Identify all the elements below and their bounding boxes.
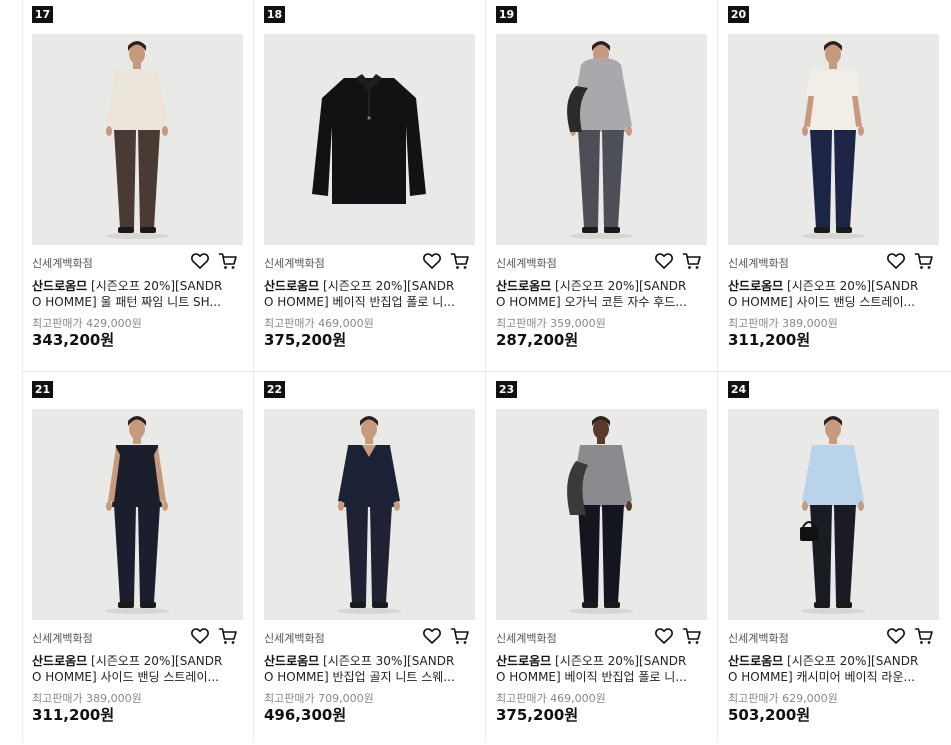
- product-name-line1: [시즌오프 20%][SANDR: [87, 279, 223, 293]
- product-image[interactable]: [264, 34, 475, 245]
- sale-price: 496,300원: [264, 706, 347, 724]
- heart-icon[interactable]: [422, 626, 442, 646]
- product-card[interactable]: 18 신세계백화점 산드로옴므 [시즌오프 20%][SANDR O HOMME]…: [264, 0, 475, 370]
- brand-name: 산드로옴므: [496, 654, 552, 668]
- product-name-line1: [시즌오프 20%][SANDR: [87, 654, 223, 668]
- brand-name: 산드로옴므: [264, 279, 320, 293]
- product-image[interactable]: [496, 34, 707, 245]
- brand-name: 산드로옴므: [264, 654, 320, 668]
- cart-icon[interactable]: [218, 251, 238, 271]
- product-name[interactable]: 산드로옴므 [시즌오프 20%][SANDR O HOMME] 사이드 밴딩 스트…: [32, 653, 243, 685]
- product-name-line1: [시즌오프 20%][SANDR: [319, 279, 455, 293]
- brand-name: 산드로옴므: [496, 279, 552, 293]
- product-card[interactable]: 20 신세계백화점 산드로옴므 [시즌오프 20%][SANDR O HOMME]…: [728, 0, 939, 370]
- product-name-line2: O HOMME] 캐시미어 베이직 라운...: [728, 670, 915, 684]
- store-name: 신세계백화점: [32, 632, 93, 645]
- product-image[interactable]: [496, 409, 707, 620]
- product-name[interactable]: 산드로옴므 [시즌오프 20%][SANDR O HOMME] 베이직 반집업 폴…: [496, 653, 707, 685]
- store-name: 신세계백화점: [496, 632, 557, 645]
- store-name: 신세계백화점: [264, 257, 325, 270]
- rank-badge: 18: [264, 6, 285, 23]
- product-name[interactable]: 산드로옴므 [시즌오프 20%][SANDR O HOMME] 울 패턴 짜임 니…: [32, 278, 243, 310]
- sale-price: 311,200원: [728, 331, 811, 349]
- product-image[interactable]: [264, 409, 475, 620]
- cart-icon[interactable]: [682, 626, 702, 646]
- store-name: 신세계백화점: [32, 257, 93, 270]
- product-image[interactable]: [728, 409, 939, 620]
- product-card[interactable]: 23 신세계백화점 산드로옴므 [시즌오프 20%][SANDR O HOMME]…: [496, 375, 707, 745]
- cart-icon[interactable]: [914, 251, 934, 271]
- product-name-line1: [시즌오프 20%][SANDR: [783, 279, 919, 293]
- store-name: 신세계백화점: [264, 632, 325, 645]
- brand-name: 산드로옴므: [32, 279, 88, 293]
- product-name-line2: O HOMME] 울 패턴 짜임 니트 SH...: [32, 295, 221, 309]
- cart-icon[interactable]: [682, 251, 702, 271]
- product-name-line2: O HOMME] 베이직 반집업 폴로 니...: [496, 670, 687, 684]
- cart-icon[interactable]: [450, 626, 470, 646]
- brand-name: 산드로옴므: [728, 279, 784, 293]
- product-name-line1: [시즌오프 30%][SANDR: [319, 654, 455, 668]
- heart-icon[interactable]: [190, 251, 210, 271]
- sale-price: 375,200원: [264, 331, 347, 349]
- product-name[interactable]: 산드로옴므 [시즌오프 20%][SANDR O HOMME] 오가닉 코튼 자수…: [496, 278, 707, 310]
- product-name-line2: O HOMME] 사이드 밴딩 스트레이...: [728, 295, 915, 309]
- store-name: 신세계백화점: [728, 257, 789, 270]
- sale-price: 287,200원: [496, 331, 579, 349]
- product-name-line2: O HOMME] 사이드 밴딩 스트레이...: [32, 670, 219, 684]
- product-card[interactable]: 17 신세계백화점 산드로옴므 [시즌오프 20%][SANDR O HOMME]…: [32, 0, 243, 370]
- heart-icon[interactable]: [886, 251, 906, 271]
- store-name: 신세계백화점: [728, 632, 789, 645]
- rank-badge: 23: [496, 381, 517, 398]
- rank-badge: 20: [728, 6, 749, 23]
- product-image[interactable]: [32, 34, 243, 245]
- store-name: 신세계백화점: [496, 257, 557, 270]
- sale-price: 375,200원: [496, 706, 579, 724]
- product-name-line2: O HOMME] 베이직 반집업 폴로 니...: [264, 295, 455, 309]
- brand-name: 산드로옴므: [32, 654, 88, 668]
- cart-icon[interactable]: [218, 626, 238, 646]
- heart-icon[interactable]: [886, 626, 906, 646]
- product-name[interactable]: 산드로옴므 [시즌오프 30%][SANDR O HOMME] 반집업 골지 니트…: [264, 653, 475, 685]
- rank-badge: 24: [728, 381, 749, 398]
- sale-price: 503,200원: [728, 706, 811, 724]
- product-card[interactable]: 19 신세계백화점 산드로옴므 [시즌오프 20%][SANDR O HOMME]…: [496, 0, 707, 370]
- divider: [22, 371, 951, 372]
- product-name-line1: [시즌오프 20%][SANDR: [551, 654, 687, 668]
- rank-badge: 22: [264, 381, 285, 398]
- heart-icon[interactable]: [654, 251, 674, 271]
- product-image[interactable]: [728, 34, 939, 245]
- cart-icon[interactable]: [450, 251, 470, 271]
- product-name[interactable]: 산드로옴므 [시즌오프 20%][SANDR O HOMME] 캐시미어 베이직 …: [728, 653, 939, 685]
- product-name-line2: O HOMME] 반집업 골지 니트 스웨...: [264, 670, 455, 684]
- product-card[interactable]: 24 신세계백화점 산드로옴므 [시즌오프 20%][SANDR O HOMME]…: [728, 375, 939, 745]
- brand-name: 산드로옴므: [728, 654, 784, 668]
- cart-icon[interactable]: [914, 626, 934, 646]
- heart-icon[interactable]: [422, 251, 442, 271]
- product-name-line1: [시즌오프 20%][SANDR: [551, 279, 687, 293]
- product-card[interactable]: 21 신세계백화점 산드로옴므 [시즌오프 20%][SANDR O HOMME]…: [32, 375, 243, 745]
- heart-icon[interactable]: [190, 626, 210, 646]
- rank-badge: 17: [32, 6, 53, 23]
- product-card[interactable]: 22 신세계백화점 산드로옴므 [시즌오프 30%][SANDR O HOMME]…: [264, 375, 475, 745]
- product-name[interactable]: 산드로옴므 [시즌오프 20%][SANDR O HOMME] 베이직 반집업 폴…: [264, 278, 475, 310]
- product-image[interactable]: [32, 409, 243, 620]
- sale-price: 311,200원: [32, 706, 115, 724]
- rank-badge: 19: [496, 6, 517, 23]
- heart-icon[interactable]: [654, 626, 674, 646]
- rank-badge: 21: [32, 381, 53, 398]
- sale-price: 343,200원: [32, 331, 115, 349]
- product-name-line1: [시즌오프 20%][SANDR: [783, 654, 919, 668]
- product-name-line2: O HOMME] 오가닉 코튼 자수 후드...: [496, 295, 687, 309]
- product-name[interactable]: 산드로옴므 [시즌오프 20%][SANDR O HOMME] 사이드 밴딩 스트…: [728, 278, 939, 310]
